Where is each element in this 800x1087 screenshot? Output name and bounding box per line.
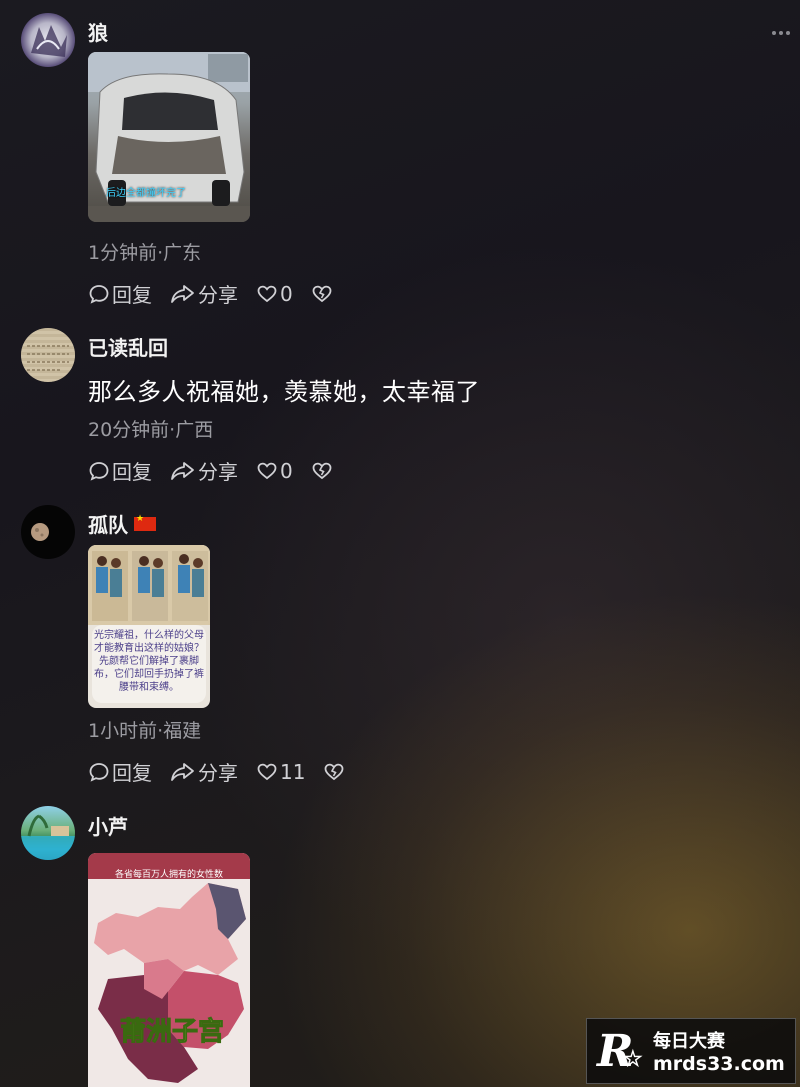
comment-text: 那么多人祝福她，羡慕她，太幸福了 xyxy=(88,378,480,406)
reply-label: 回复 xyxy=(112,460,152,484)
china-flag-icon xyxy=(134,514,156,531)
comment-actions: 回复 分享 0 xyxy=(88,456,351,485)
heart-icon xyxy=(257,462,277,479)
reply-button[interactable]: 回复 xyxy=(88,279,152,308)
dislike-button[interactable] xyxy=(311,460,333,482)
share-label: 分享 xyxy=(198,460,238,484)
comment-image[interactable]: 后边全都撞坏完了 xyxy=(88,52,250,222)
share-arrow-icon xyxy=(171,762,194,781)
comment-meta: 1分钟前·广东 xyxy=(88,242,202,264)
resort-pool-avatar-icon xyxy=(21,814,75,860)
like-count: 0 xyxy=(280,281,293,306)
more-dot-icon xyxy=(772,31,776,35)
reply-label: 回复 xyxy=(112,283,152,307)
watermark-logo: R ☆ 每日大赛 mrds33.com xyxy=(586,1018,796,1084)
broken-heart-icon xyxy=(312,462,332,479)
dislike-button[interactable] xyxy=(323,761,345,783)
share-button[interactable]: 分享 xyxy=(170,456,238,485)
comment-actions: 回复 分享 0 xyxy=(88,279,351,308)
heart-icon xyxy=(257,285,277,302)
comment-bubble-icon xyxy=(89,762,109,782)
username[interactable]: 已读乱回 xyxy=(88,332,168,361)
more-options-button[interactable] xyxy=(772,28,794,38)
username-label: 孤队 xyxy=(88,513,128,537)
text-pattern-avatar-icon xyxy=(21,328,75,382)
comment-bubble-icon xyxy=(89,461,109,481)
avatar[interactable] xyxy=(21,13,75,67)
logo-url: mrds33.com xyxy=(653,1053,785,1075)
username-label: 狼 xyxy=(88,21,108,45)
like-count: 0 xyxy=(280,458,293,483)
reply-label: 回复 xyxy=(112,761,152,785)
broken-heart-icon xyxy=(325,763,344,780)
share-label: 分享 xyxy=(198,761,238,785)
share-button[interactable]: 分享 xyxy=(170,279,238,308)
reply-button[interactable]: 回复 xyxy=(88,456,152,485)
avatar[interactable] xyxy=(21,806,75,860)
comment-image[interactable]: 光宗耀祖，什么样的父母才能教育出这样的姑娘？先颜帮它们解掉了裹脚布，它们却回手扔… xyxy=(88,545,210,708)
basketball-players-photo-icon xyxy=(88,545,210,625)
dislike-button[interactable] xyxy=(311,283,333,305)
wolf-avatar-icon xyxy=(31,25,67,57)
like-button[interactable]: 0 xyxy=(256,459,293,483)
username-label: 已读乱回 xyxy=(88,336,168,360)
more-dot-icon xyxy=(779,31,783,35)
star-icon: ☆ xyxy=(623,1045,643,1072)
avatar[interactable] xyxy=(21,328,75,382)
like-count: 11 xyxy=(280,759,306,784)
avatar[interactable] xyxy=(21,505,75,559)
comment-image[interactable]: 各省每百万人拥有的女性数 莆洲子宫 xyxy=(88,853,250,1087)
image-caption: 光宗耀祖，什么样的父母才能教育出这样的姑娘？先颜帮它们解掉了裹脚布，它们却回手扔… xyxy=(92,625,206,703)
image-caption: 莆洲子宫 xyxy=(119,1017,225,1048)
heart-icon xyxy=(257,763,277,780)
username-label: 小芦 xyxy=(88,815,128,839)
share-arrow-icon xyxy=(171,284,194,303)
logo-text: 每日大赛 mrds33.com xyxy=(653,1027,785,1075)
username[interactable]: 孤队 xyxy=(88,509,156,538)
username[interactable]: 小芦 xyxy=(88,811,128,840)
china-map-icon xyxy=(94,883,246,1083)
username[interactable]: 狼 xyxy=(88,17,108,46)
like-button[interactable]: 11 xyxy=(256,760,305,784)
moon-avatar-icon xyxy=(31,523,49,541)
like-button[interactable]: 0 xyxy=(256,282,293,306)
comment-actions: 回复 分享 11 xyxy=(88,757,363,786)
share-label: 分享 xyxy=(198,283,238,307)
comment-meta: 1小时前·福建 xyxy=(88,720,202,742)
share-arrow-icon xyxy=(171,461,194,480)
reply-button[interactable]: 回复 xyxy=(88,757,152,786)
logo-title: 每日大赛 xyxy=(653,1031,725,1052)
comment-meta: 20分钟前·广西 xyxy=(88,419,214,441)
share-button[interactable]: 分享 xyxy=(170,757,238,786)
logo-mark: R ☆ xyxy=(597,1026,649,1077)
image-caption: 后边全都撞坏完了 xyxy=(106,188,186,199)
broken-heart-icon xyxy=(312,285,332,302)
more-dot-icon xyxy=(786,31,790,35)
comment-bubble-icon xyxy=(89,284,109,304)
